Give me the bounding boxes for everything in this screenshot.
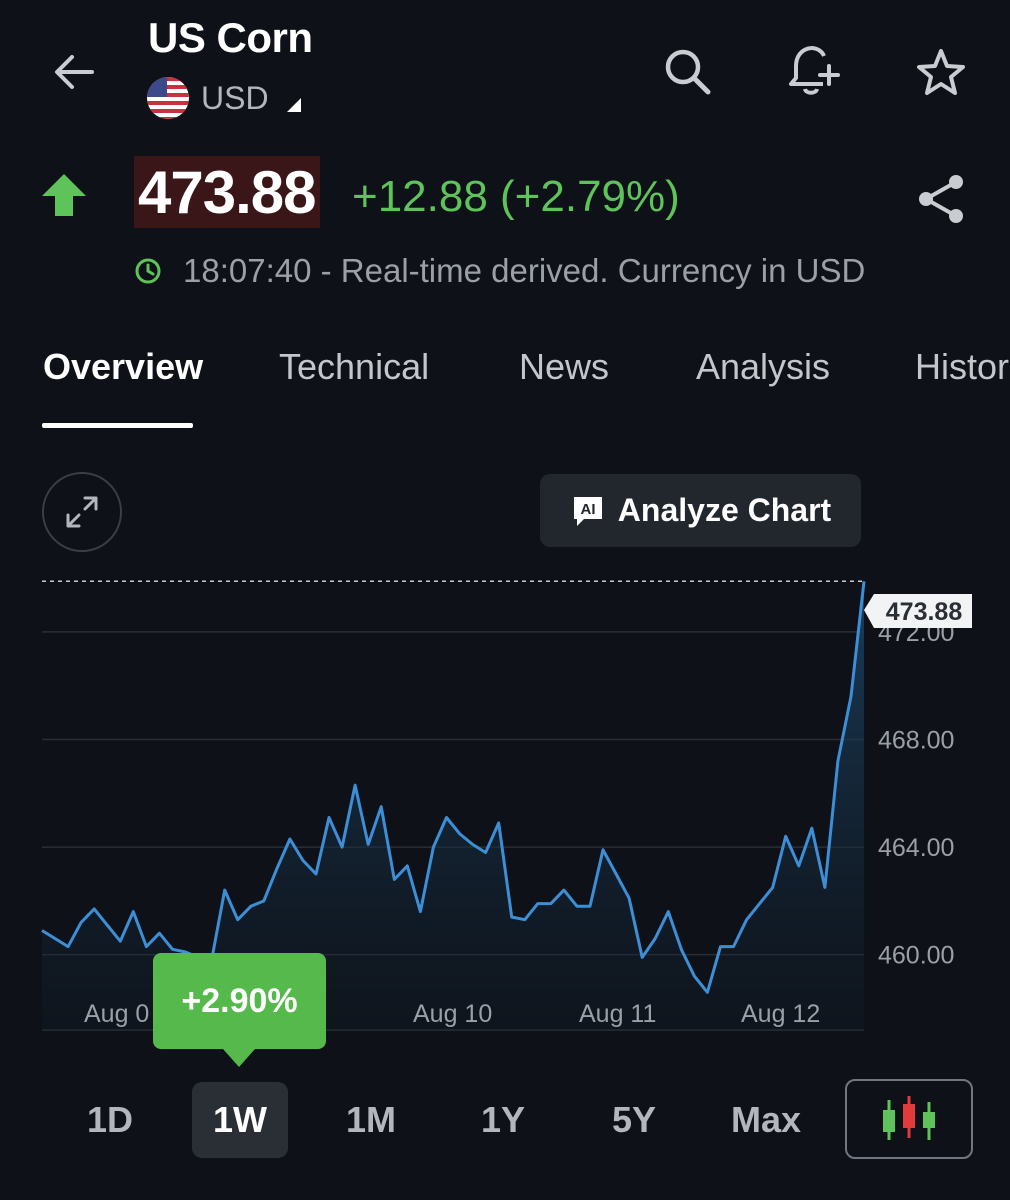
y-tick-label: 460.00 xyxy=(878,942,954,970)
currency-label: USD xyxy=(201,79,269,116)
chart-type-button[interactable] xyxy=(845,1079,973,1159)
back-arrow-icon xyxy=(55,55,94,89)
active-tab-indicator xyxy=(42,423,193,428)
us-flag-icon xyxy=(147,77,189,119)
expand-chart-button[interactable] xyxy=(42,472,122,552)
candlestick-icon xyxy=(883,1096,935,1140)
range-1w[interactable]: 1W xyxy=(192,1082,288,1158)
quote-status: 18:07:40 - Real-time derived. Currency i… xyxy=(133,250,865,292)
tab-analysis[interactable]: Analysis xyxy=(696,346,830,388)
search-icon xyxy=(665,49,711,95)
clock-icon xyxy=(135,258,161,284)
last-price: 473.88 xyxy=(138,158,317,226)
currency-selector[interactable]: USD xyxy=(147,76,301,120)
x-tick-label: Aug 12 xyxy=(741,1000,820,1028)
up-arrow-icon xyxy=(40,172,88,218)
range-5y[interactable]: 5Y xyxy=(586,1082,682,1158)
expand-icon xyxy=(66,496,98,528)
quote-row: 473.88 +12.88 (+2.79%) xyxy=(0,150,1010,240)
period-change-value: +2.90% xyxy=(181,981,298,1020)
tab-news[interactable]: News xyxy=(519,346,609,388)
analyze-chart-button[interactable]: AI Analyze Chart xyxy=(540,474,861,547)
price-chart[interactable]: 472.00468.00464.00460.00 Aug 0 Aug 10 Aug … xyxy=(0,570,1010,1045)
range-max[interactable]: Max xyxy=(718,1082,814,1158)
period-change-tooltip: +2.90% xyxy=(153,953,326,1067)
add-alert-icon xyxy=(789,46,840,95)
ai-chat-icon: AI xyxy=(573,496,602,526)
share-button[interactable] xyxy=(910,168,972,230)
x-tick-label: Aug 0 xyxy=(84,1000,149,1028)
share-icon xyxy=(919,175,963,223)
tab-overview[interactable]: Overview xyxy=(43,346,203,388)
x-tick-label: Aug 11 xyxy=(579,1000,656,1028)
last-price-marker: 473.88 xyxy=(864,594,972,628)
tab-technical[interactable]: Technical xyxy=(279,346,429,388)
tab-bar: Overview Technical News Analysis Histor xyxy=(0,330,1010,430)
analyze-chart-label: Analyze Chart xyxy=(617,492,832,528)
back-button[interactable] xyxy=(42,40,106,104)
range-1m[interactable]: 1M xyxy=(323,1082,419,1158)
instrument-title: US Corn xyxy=(148,14,313,61)
search-button[interactable] xyxy=(656,40,720,104)
price-change: +12.88 (+2.79%) xyxy=(352,172,680,221)
last-price-label: 473.88 xyxy=(886,598,963,626)
caret-icon xyxy=(286,98,301,112)
range-1d[interactable]: 1D xyxy=(62,1082,158,1158)
y-tick-label: 464.00 xyxy=(878,834,954,862)
status-text: 18:07:40 - Real-time derived. Currency i… xyxy=(183,252,866,289)
price-highlight: 473.88 xyxy=(134,156,320,228)
add-alert-button[interactable] xyxy=(781,38,847,104)
y-tick-label: 468.00 xyxy=(878,726,954,754)
watchlist-button[interactable] xyxy=(908,40,974,106)
tab-historical[interactable]: Histor xyxy=(915,346,1009,388)
star-icon xyxy=(917,49,965,95)
svg-text:AI: AI xyxy=(580,501,595,518)
range-1y[interactable]: 1Y xyxy=(455,1082,551,1158)
x-tick-label: Aug 10 xyxy=(413,1000,492,1028)
